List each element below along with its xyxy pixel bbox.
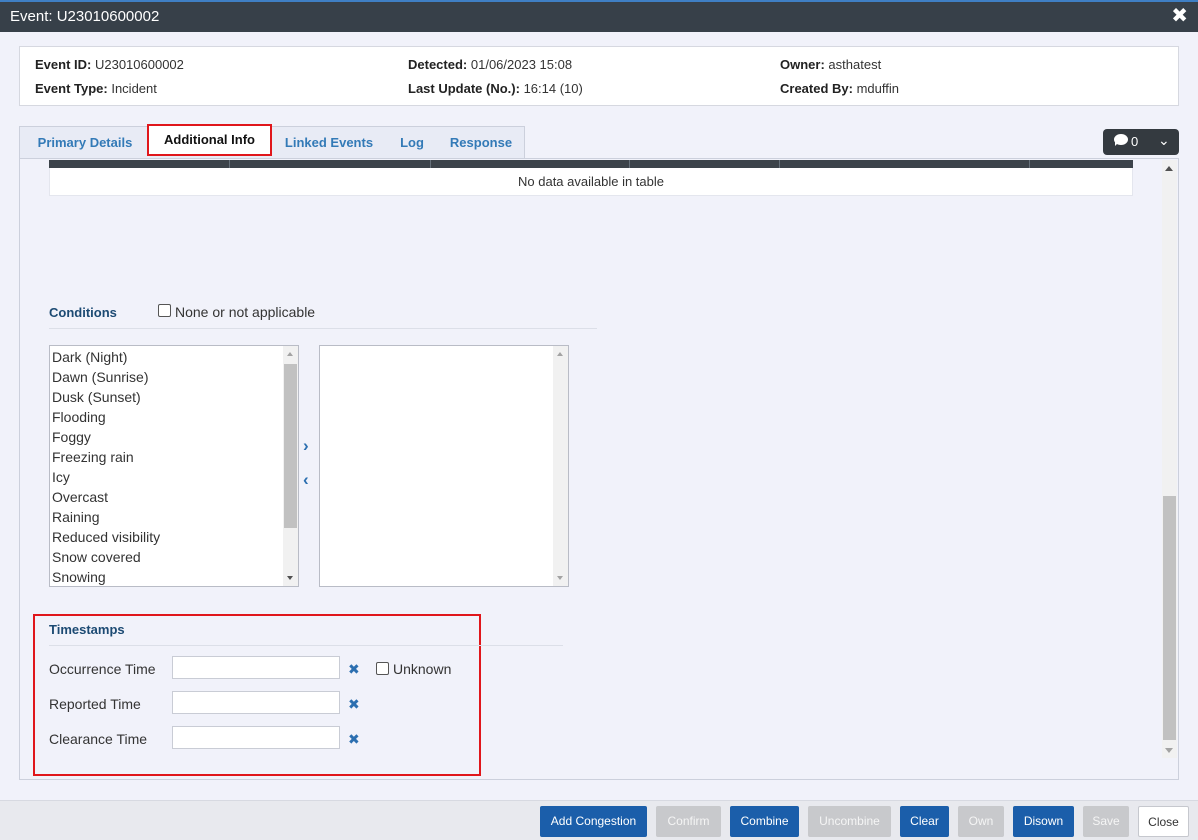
list-scrollbar[interactable] <box>553 346 568 586</box>
list-item[interactable]: Freezing rain <box>52 447 134 467</box>
column-separator <box>779 160 780 168</box>
list-scrollbar[interactable] <box>283 346 298 586</box>
close-icon[interactable]: ✖ <box>1171 5 1188 27</box>
chevron-left-icon[interactable]: ‹ <box>303 471 309 488</box>
chevron-right-icon[interactable]: › <box>303 437 309 454</box>
list-item[interactable]: Icy <box>52 467 70 487</box>
list-item[interactable]: Snow covered <box>52 547 141 567</box>
timestamps-title: Timestamps <box>49 622 125 637</box>
tab-primary-details[interactable]: Primary Details <box>25 126 145 159</box>
scroll-thumb[interactable] <box>1163 496 1176 740</box>
scroll-up-icon[interactable] <box>1165 166 1173 171</box>
owner-label: Owner: <box>780 57 825 72</box>
add-congestion-button[interactable]: Add Congestion <box>540 806 647 837</box>
tab-response[interactable]: Response <box>442 126 520 159</box>
none-applicable-label: None or not applicable <box>175 304 316 320</box>
tab-log[interactable]: Log <box>392 126 432 159</box>
clear-occurrence-icon[interactable]: ✖ <box>348 662 360 676</box>
window-titlebar: Event: U23010600002 ✖ <box>0 0 1198 32</box>
last-update-value: 16:14 (10) <box>523 81 583 96</box>
created-by-field: Created By: mduffin <box>780 81 899 96</box>
detected-label: Detected: <box>408 57 468 72</box>
scroll-up-icon[interactable] <box>557 352 563 356</box>
selected-conditions-list[interactable] <box>319 345 569 587</box>
conditions-title: Conditions <box>49 305 117 320</box>
unknown-label: Unknown <box>393 661 452 677</box>
event-type-label: Event Type: <box>35 81 108 96</box>
list-item[interactable]: Dusk (Sunset) <box>52 387 141 407</box>
occurrence-time-input[interactable] <box>172 656 340 679</box>
none-applicable-checkbox[interactable] <box>158 304 171 317</box>
own-button[interactable]: Own <box>958 806 1004 837</box>
column-separator <box>1029 160 1030 168</box>
clearance-time-input[interactable] <box>172 726 340 749</box>
reported-time-label: Reported Time <box>49 696 141 712</box>
event-id-field: Event ID: U23010600002 <box>35 57 184 72</box>
comment-icon <box>1114 134 1128 146</box>
table-header <box>49 160 1133 168</box>
clearance-time-label: Clearance Time <box>49 731 148 747</box>
event-type-field: Event Type: Incident <box>35 81 157 96</box>
column-separator <box>229 160 230 168</box>
list-item[interactable]: Flooding <box>52 407 106 427</box>
table-empty-message: No data available in table <box>49 168 1133 196</box>
section-divider <box>49 645 563 646</box>
list-item[interactable]: Snowing <box>52 567 106 586</box>
save-button[interactable]: Save <box>1083 806 1129 837</box>
event-id-value: U23010600002 <box>94 57 184 72</box>
disown-button[interactable]: Disown <box>1013 806 1074 837</box>
scroll-down-icon[interactable] <box>1165 748 1173 753</box>
list-item[interactable]: Dawn (Sunrise) <box>52 367 148 387</box>
event-summary: Event ID: U23010600002 Event Type: Incid… <box>19 46 1179 106</box>
last-update-field: Last Update (No.): 16:14 (10) <box>408 81 583 96</box>
list-item[interactable]: Raining <box>52 507 99 527</box>
available-conditions-list[interactable]: Dark (Night) Dawn (Sunrise) Dusk (Sunset… <box>49 345 299 587</box>
scroll-thumb[interactable] <box>284 364 297 528</box>
section-divider <box>49 328 597 329</box>
unknown-checkbox[interactable] <box>376 662 389 675</box>
occurrence-time-label: Occurrence Time <box>49 661 156 677</box>
uncombine-button[interactable]: Uncombine <box>808 806 891 837</box>
created-by-value: mduffin <box>856 81 899 96</box>
reported-time-input[interactable] <box>172 691 340 714</box>
scroll-down-icon[interactable] <box>287 576 293 580</box>
clear-button[interactable]: Clear <box>900 806 949 837</box>
owner-field: Owner: asthatest <box>780 57 881 72</box>
list-item[interactable]: Overcast <box>52 487 108 507</box>
detected-field: Detected: 01/06/2023 15:08 <box>408 57 572 72</box>
list-item[interactable]: Dark (Night) <box>52 347 127 367</box>
event-type-value: Incident <box>111 81 157 96</box>
comments-button[interactable]: 0 ⌄ <box>1103 129 1179 155</box>
column-separator <box>629 160 630 168</box>
clear-reported-icon[interactable]: ✖ <box>348 697 360 711</box>
clear-clearance-icon[interactable]: ✖ <box>348 732 360 746</box>
list-item[interactable]: Reduced visibility <box>52 527 160 547</box>
owner-value: asthatest <box>828 57 882 72</box>
event-id-label: Event ID: <box>35 57 92 72</box>
combine-button[interactable]: Combine <box>730 806 799 837</box>
chevron-down-icon: ⌄ <box>1158 132 1170 148</box>
tab-additional-info[interactable]: Additional Info <box>147 124 272 156</box>
confirm-button[interactable]: Confirm <box>656 806 721 837</box>
column-separator <box>430 160 431 168</box>
created-by-label: Created By: <box>780 81 853 96</box>
detected-value: 01/06/2023 15:08 <box>470 57 573 72</box>
list-item[interactable]: Foggy <box>52 427 91 447</box>
scroll-up-icon[interactable] <box>287 352 293 356</box>
close-button[interactable]: Close <box>1138 806 1189 837</box>
tab-linked-events[interactable]: Linked Events <box>276 126 382 159</box>
scroll-down-icon[interactable] <box>557 576 563 580</box>
window-title: Event: U23010600002 <box>10 8 160 25</box>
comments-count: 0 <box>1131 134 1139 149</box>
last-update-label: Last Update (No.): <box>408 81 520 96</box>
panel-scrollbar[interactable] <box>1162 160 1177 758</box>
